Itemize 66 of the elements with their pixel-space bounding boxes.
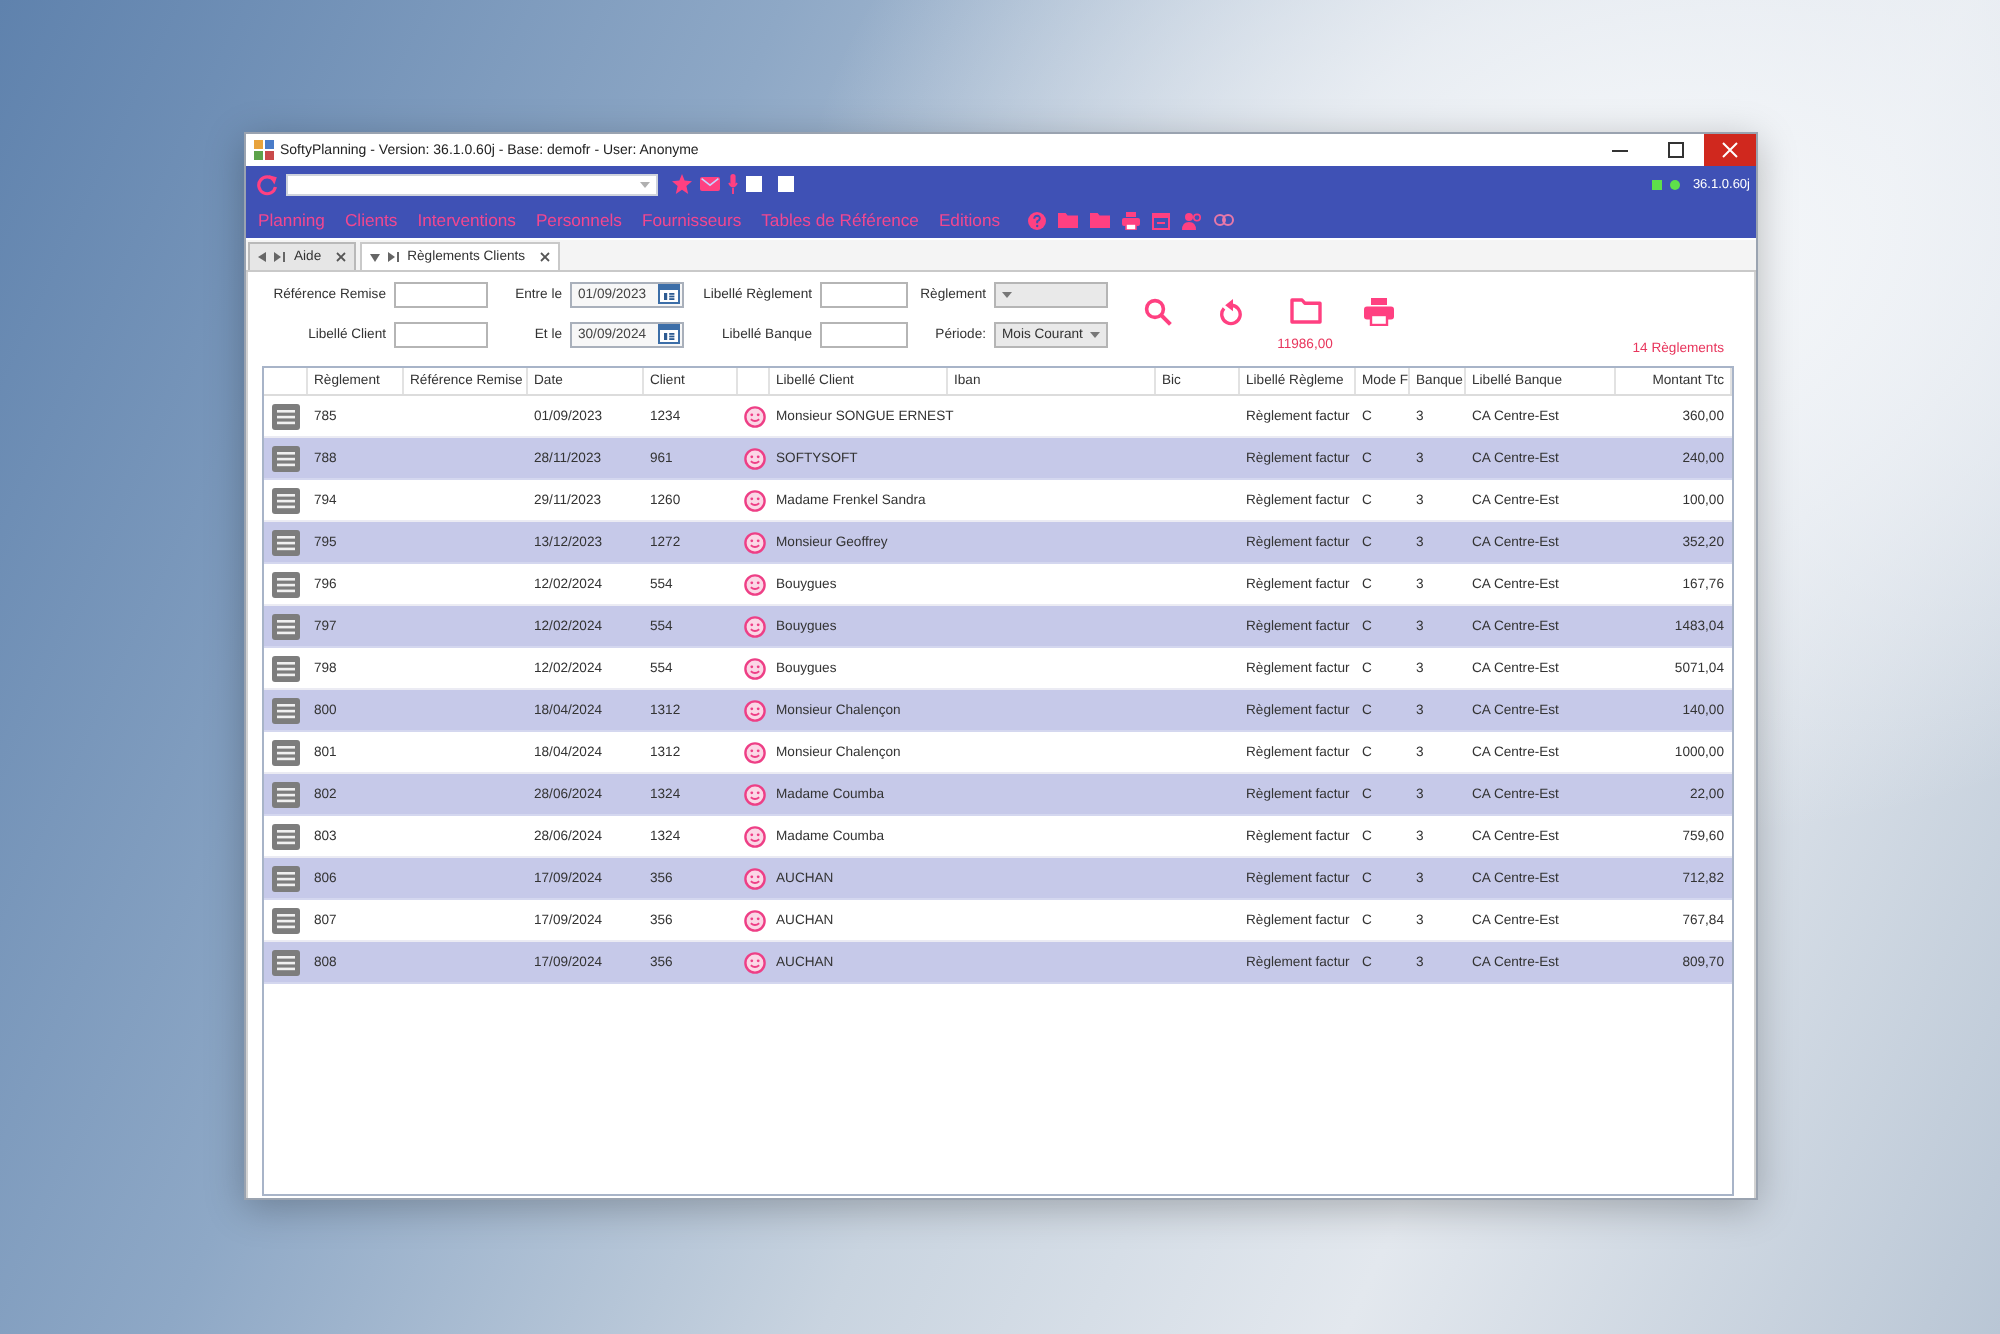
next-icon: [274, 252, 286, 262]
smiley-icon: [743, 531, 765, 553]
maximize-icon: [1668, 142, 1684, 158]
envelope-icon[interactable]: [700, 176, 720, 192]
help-icon[interactable]: [1028, 211, 1047, 229]
smiley-icon: [743, 867, 765, 889]
smiley-icon: [743, 825, 765, 847]
smiley-icon: [743, 615, 765, 637]
menu-icon[interactable]: [272, 823, 300, 849]
close-icon[interactable]: [539, 252, 550, 262]
caret-icon: [1002, 291, 1012, 297]
menu-icon[interactable]: [272, 613, 300, 639]
menu-icon[interactable]: [272, 907, 300, 933]
status-square-icon: [1652, 179, 1663, 189]
refresh-icon[interactable]: [256, 173, 278, 195]
folder-icon[interactable]: [1090, 212, 1111, 228]
calendar-icon[interactable]: [658, 324, 680, 344]
menu-icon[interactable]: [272, 739, 300, 765]
menu-icon[interactable]: [272, 529, 300, 555]
smiley-icon: [743, 489, 765, 511]
printer-icon[interactable]: [1364, 298, 1394, 326]
menu-icon[interactable]: [272, 865, 300, 891]
undo-icon[interactable]: [1218, 298, 1244, 326]
text-field[interactable]: [394, 321, 488, 347]
dropdown[interactable]: [994, 281, 1108, 307]
smiley-icon: [743, 657, 765, 679]
microphone-icon[interactable]: [728, 174, 738, 194]
caret-icon: [369, 253, 380, 261]
folder-icon[interactable]: [1289, 298, 1321, 324]
status-dot-icon: [1670, 179, 1681, 189]
close-icon[interactable]: [335, 252, 346, 262]
text-field[interactable]: [820, 321, 908, 347]
smiley-icon: [743, 951, 765, 973]
menu-icon[interactable]: [272, 949, 300, 975]
menu-icon[interactable]: [272, 697, 300, 723]
menu-icon[interactable]: [272, 403, 300, 429]
menu-icon[interactable]: [272, 571, 300, 597]
star-icon[interactable]: [672, 174, 692, 194]
smiley-icon: [743, 447, 765, 469]
folder-icon[interactable]: [1058, 212, 1079, 228]
calendar-icon[interactable]: [658, 284, 680, 304]
smiley-icon: [743, 783, 765, 805]
next-icon: [387, 252, 400, 262]
printer-icon[interactable]: [1122, 211, 1141, 229]
close-button[interactable]: [1704, 134, 1756, 166]
text-field[interactable]: [820, 281, 908, 307]
close-icon: [1722, 142, 1738, 158]
link-icon[interactable]: [1214, 214, 1235, 226]
smiley-icon: [743, 573, 765, 595]
search-field[interactable]: [286, 173, 658, 195]
menu-icon[interactable]: [272, 781, 300, 807]
menu-icon[interactable]: [272, 445, 300, 471]
app-logo-icon: [254, 140, 274, 160]
menu-icon[interactable]: [272, 655, 300, 681]
smiley-icon: [743, 405, 765, 427]
smiley-icon: [743, 909, 765, 931]
minimize-icon: [1612, 149, 1628, 151]
menu-icon[interactable]: [272, 487, 300, 513]
caret-icon: [640, 181, 650, 187]
smiley-icon: [743, 699, 765, 721]
smiley-icon: [743, 741, 765, 763]
users-icon[interactable]: [1182, 211, 1203, 229]
caret-icon: [1090, 331, 1100, 337]
search-icon[interactable]: [1143, 298, 1171, 326]
caret-icon: [258, 252, 266, 262]
text-field[interactable]: [394, 281, 488, 307]
